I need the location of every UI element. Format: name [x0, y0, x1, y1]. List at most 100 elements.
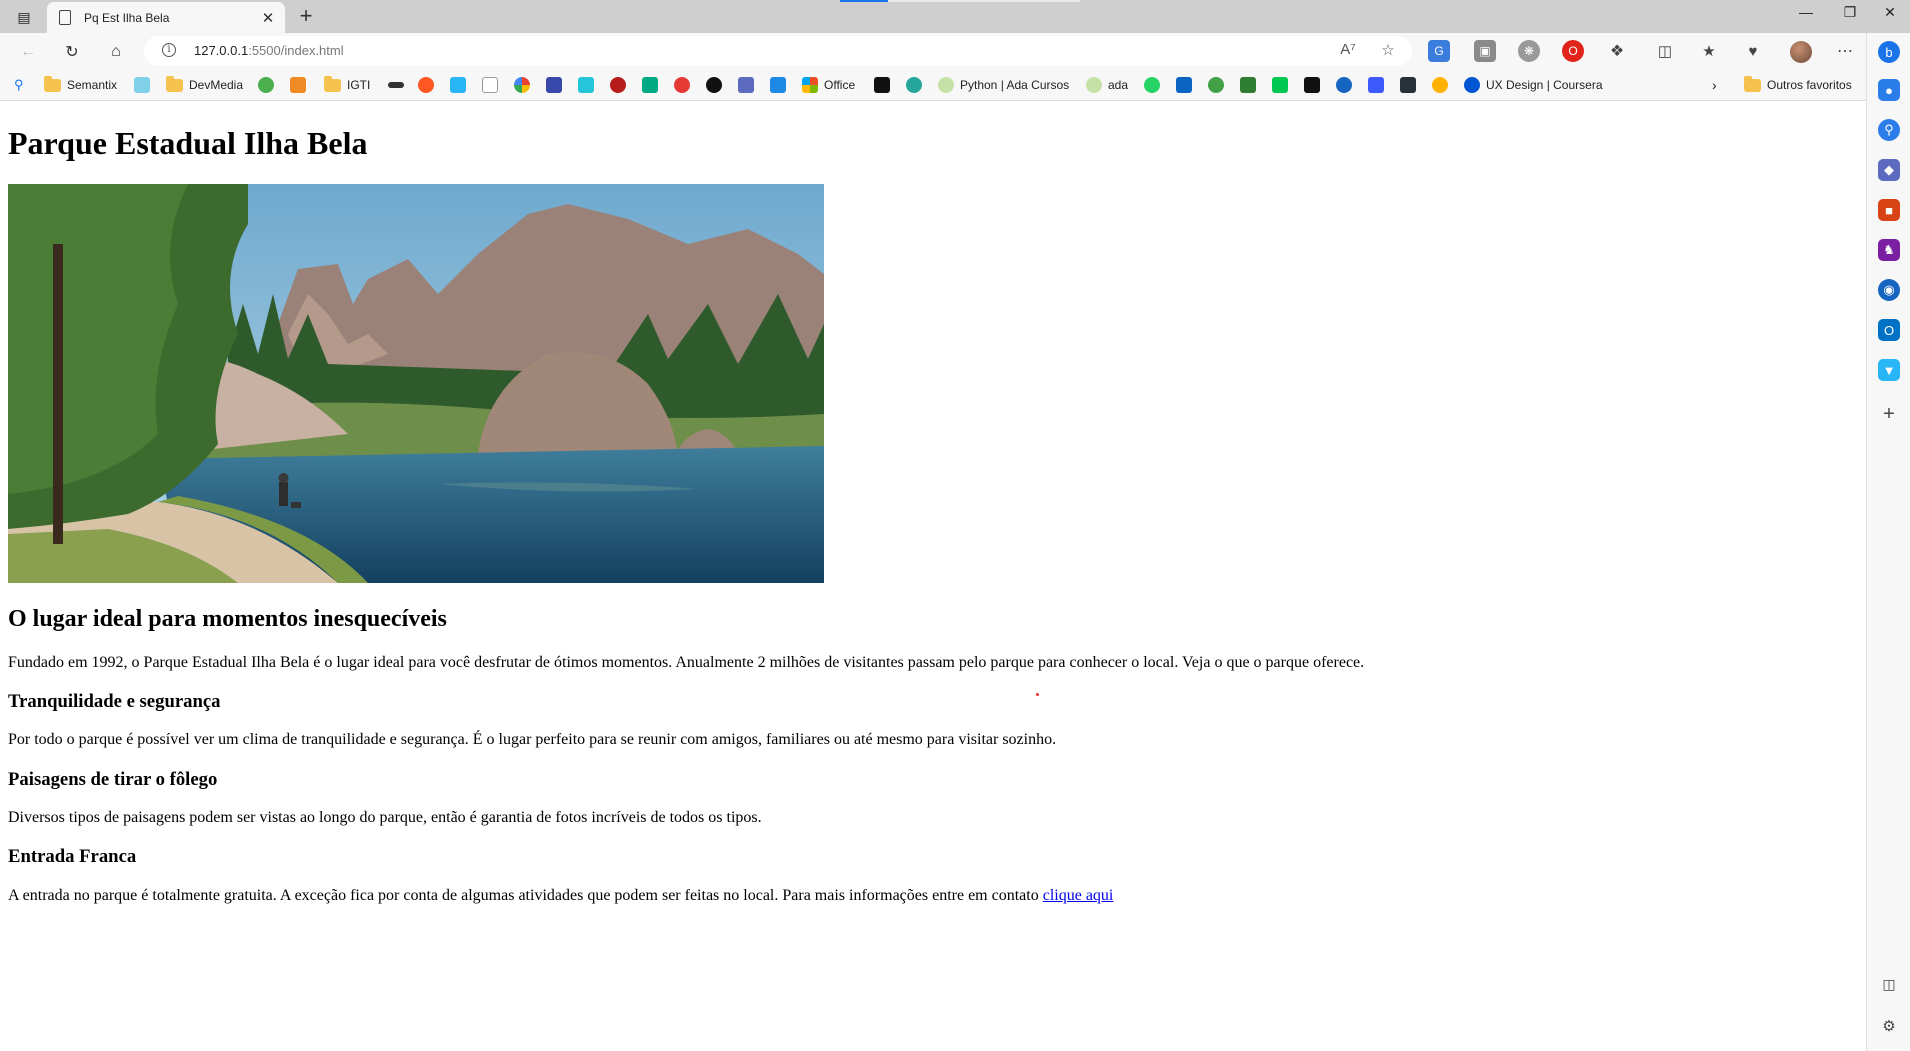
home-icon[interactable]: ⌂: [102, 39, 130, 65]
paragraph-paisagens: Diversos tipos de paisagens podem ser vi…: [8, 809, 762, 826]
bookmark-item[interactable]: [1272, 76, 1288, 94]
bookmark-item[interactable]: [1336, 76, 1352, 94]
site-icon: [290, 77, 306, 93]
extension-icon[interactable]: ❋: [1518, 40, 1540, 62]
bookmark-python-ada[interactable]: Python | Ada Cursos: [938, 76, 1069, 94]
document-icon: [59, 10, 71, 25]
section-subtitle: O lugar ideal para momentos inesquecívei…: [8, 606, 447, 632]
landscape-illustration: [8, 184, 824, 583]
bookmark-item[interactable]: [514, 76, 530, 94]
bookmark-item[interactable]: [1208, 76, 1224, 94]
bookmark-item[interactable]: [1400, 76, 1416, 94]
tools-icon[interactable]: ■: [1878, 199, 1900, 221]
bookmark-item[interactable]: [290, 76, 306, 94]
bookmark-folder-outros-favoritos[interactable]: Outros favoritos: [1744, 75, 1852, 94]
tab-actions-icon[interactable]: ▤: [13, 6, 35, 28]
address-bar[interactable]: i 127.0.0.1:5500/index.html A⁷ ☆: [144, 36, 1412, 66]
extension-icon: [134, 77, 150, 93]
url-text[interactable]: 127.0.0.1:5500/index.html: [194, 43, 344, 58]
reload-icon[interactable]: ↻: [58, 39, 86, 65]
browser-essentials-icon[interactable]: ♥: [1742, 40, 1764, 62]
bookmark-item[interactable]: [906, 76, 922, 94]
bookmark-item[interactable]: [674, 76, 690, 94]
bookmarks-overflow-chevron-icon[interactable]: ›: [1712, 76, 1717, 94]
heading-tranquilidade: Tranquilidade e segurança: [8, 691, 221, 712]
bookmark-item[interactable]: [388, 76, 404, 94]
park-lake-image: [8, 184, 824, 583]
paragraph-entrada: A entrada no parque é totalmente gratuit…: [8, 887, 1113, 905]
bookmark-item[interactable]: [642, 76, 658, 94]
bookmark-item[interactable]: [1144, 76, 1160, 94]
site-info-icon[interactable]: i: [162, 43, 176, 57]
bookmark-item[interactable]: [1240, 76, 1256, 94]
site-icon: [1400, 77, 1416, 93]
translate-extension-icon[interactable]: G: [1428, 40, 1450, 62]
profile-avatar[interactable]: [1790, 41, 1812, 63]
web-page-content: Parque Estadual Ilha Bela O lugar ideal …: [0, 101, 1866, 1051]
shopping-tag-icon[interactable]: ◆: [1878, 159, 1900, 181]
copilot-icon[interactable]: b: [1878, 41, 1900, 63]
site-icon: [874, 77, 890, 93]
bookmark-item[interactable]: [450, 76, 466, 94]
games-icon[interactable]: ♞: [1878, 239, 1900, 261]
edge-sidebar: b ● ⚲ ◆ ■ ♞ ◉ O ▼ + ◫ ⚙: [1866, 33, 1910, 1051]
bookmark-ada[interactable]: ada: [1086, 76, 1128, 94]
browser-tab[interactable]: Pq Est Ilha Bela ✕: [47, 2, 285, 33]
favorite-star-icon[interactable]: ☆: [1378, 41, 1398, 61]
bookmark-item[interactable]: [1368, 76, 1384, 94]
hide-sidebar-icon[interactable]: ◫: [1878, 973, 1900, 995]
site-icon: [674, 77, 690, 93]
folder-icon: [44, 75, 61, 92]
site-icon: [1432, 77, 1448, 93]
minimize-button[interactable]: —: [1786, 4, 1826, 28]
bookmark-item[interactable]: [770, 76, 786, 94]
sidebar-settings-gear-icon[interactable]: ⚙: [1878, 1015, 1900, 1037]
favorites-icon[interactable]: ★: [1698, 40, 1720, 62]
bookmark-item[interactable]: [706, 76, 722, 94]
split-screen-icon[interactable]: ◫: [1654, 40, 1676, 62]
contact-link[interactable]: clique aqui: [1043, 887, 1114, 904]
drop-icon[interactable]: ▼: [1878, 359, 1900, 381]
bookmark-folder-devmedia[interactable]: DevMedia: [166, 75, 243, 94]
tab-close-icon[interactable]: ✕: [257, 9, 279, 27]
bookmark-item[interactable]: [610, 76, 626, 94]
bookmark-item[interactable]: [258, 76, 274, 94]
notifications-icon[interactable]: ●: [1878, 79, 1900, 101]
bookmark-office[interactable]: Office: [802, 76, 855, 94]
read-aloud-icon[interactable]: A⁷: [1338, 41, 1358, 61]
bookmark-ux-coursera[interactable]: UX Design | Coursera: [1464, 76, 1603, 94]
coursera-icon: [1464, 77, 1480, 93]
bookmark-item[interactable]: [578, 76, 594, 94]
bookmark-item[interactable]: [134, 76, 150, 94]
browser-toolbar: ← ↻ ⌂ i 127.0.0.1:5500/index.html A⁷ ☆ G…: [0, 33, 1910, 69]
bookmark-item[interactable]: [482, 76, 498, 94]
more-menu-icon[interactable]: ⋯: [1834, 40, 1856, 62]
bookmark-item[interactable]: [1432, 76, 1448, 94]
microsoft-365-icon[interactable]: ◉: [1878, 279, 1900, 301]
site-icon: [610, 77, 626, 93]
outlook-icon[interactable]: O: [1878, 319, 1900, 341]
bookmark-folder-igti[interactable]: IGTI: [324, 75, 370, 94]
bookmark-folder-semantix[interactable]: Semantix: [44, 75, 117, 94]
restore-button[interactable]: ❐: [1830, 4, 1870, 28]
back-arrow-icon[interactable]: ←: [14, 39, 42, 65]
whatsapp-icon: [1144, 77, 1160, 93]
opera-extension-icon[interactable]: O: [1562, 40, 1584, 62]
site-icon: [770, 77, 786, 93]
new-tab-button[interactable]: +: [294, 4, 318, 28]
extension-icon[interactable]: ▣: [1474, 40, 1496, 62]
bookmark-item[interactable]: [546, 76, 562, 94]
search-icon[interactable]: ⚲: [1878, 119, 1900, 141]
bookmark-item[interactable]: [738, 76, 754, 94]
close-window-button[interactable]: ✕: [1870, 4, 1910, 28]
bookmark-item[interactable]: [1304, 76, 1320, 94]
loading-indicator: [840, 0, 1080, 2]
bookmark-item[interactable]: [874, 76, 890, 94]
bookmark-item[interactable]: [418, 76, 434, 94]
bookmark-item[interactable]: [1176, 76, 1192, 94]
add-sidebar-app-icon[interactable]: +: [1878, 403, 1900, 425]
bookmark-search[interactable]: ⚲: [14, 76, 30, 94]
entrada-text: A entrada no parque é totalmente gratuit…: [8, 887, 1043, 904]
extensions-puzzle-icon[interactable]: ❖: [1606, 40, 1628, 62]
site-icon: [1368, 77, 1384, 93]
